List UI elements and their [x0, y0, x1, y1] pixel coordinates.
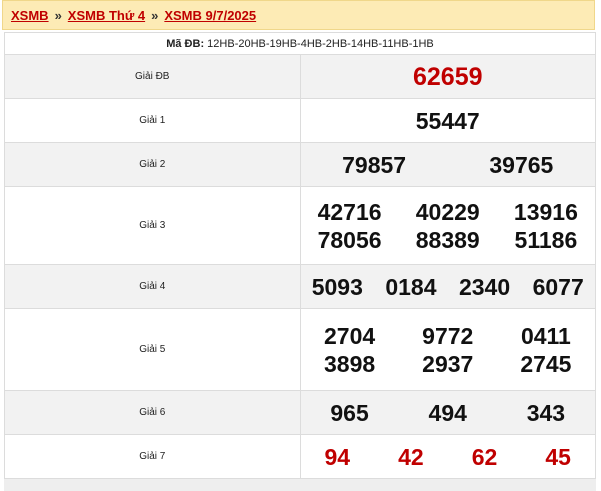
prize-number: 39765 — [489, 151, 554, 178]
prize-number: 9772 — [422, 322, 474, 349]
prize-row-7: Giải 7 94 42 62 45 — [4, 434, 596, 479]
prize-number: 2340 — [458, 273, 511, 300]
special-code-cell: Mã ĐB: 12HB-20HB-19HB-4HB-2HB-14HB-11HB-… — [4, 32, 596, 55]
prize-numbers-7: 94 42 62 45 — [299, 434, 596, 479]
prize-row-5: Giải 5 2704 9772 0411 3898 2937 2745 — [4, 308, 596, 391]
prize-label-db: Giải ĐB — [4, 54, 301, 99]
prize-numbers-3: 42716 40229 13916 78056 88389 51186 — [299, 186, 596, 265]
special-code-value: 12HB-20HB-19HB-4HB-2HB-14HB-11HB-1HB — [207, 37, 434, 50]
prize-label-4: Giải 4 — [4, 264, 301, 309]
breadcrumb-separator: » — [151, 7, 159, 23]
prize-number: 3898 — [323, 350, 376, 377]
prize-label-1: Giải 1 — [4, 98, 301, 143]
prize-number: 13916 — [513, 198, 578, 225]
prize-number: 0184 — [385, 273, 437, 300]
prize-number: 2937 — [422, 350, 474, 377]
prize-numbers-1: 55447 — [299, 98, 596, 143]
next-section-strip — [4, 478, 596, 491]
prize-row-3: Giải 3 42716 40229 13916 78056 88389 511… — [4, 186, 596, 265]
prize-numbers-4: 5093 0184 2340 6077 — [299, 264, 596, 309]
prize-number: 6077 — [532, 273, 584, 300]
prize-row-db: Giải ĐB 62659 — [4, 54, 596, 99]
prize-number: 40229 — [415, 198, 480, 225]
prize-row-1: Giải 1 55447 — [4, 98, 596, 143]
prize-row-6: Giải 6 965 494 343 — [4, 390, 596, 435]
breadcrumb-xsmb-thu4-link[interactable]: XSMB Thứ 4 — [68, 8, 145, 23]
breadcrumb: XSMB » XSMB Thứ 4 » XSMB 9/7/2025 — [2, 0, 595, 30]
prize-number: 965 — [330, 399, 369, 426]
lottery-results-table: Mã ĐB: 12HB-20HB-19HB-4HB-2HB-14HB-11HB-… — [4, 32, 596, 479]
prize-label-6: Giải 6 — [4, 390, 301, 435]
prize-number: 79857 — [342, 151, 407, 178]
prize-number: 42 — [398, 443, 424, 470]
prize-numbers-db: 62659 — [299, 54, 596, 99]
prize-number: 62 — [471, 443, 498, 470]
prize-label-2: Giải 2 — [4, 142, 301, 187]
prize-row-4: Giải 4 5093 0184 2340 6077 — [4, 264, 596, 309]
prize-number-db: 62659 — [412, 62, 483, 91]
prize-number: 55447 — [415, 107, 480, 134]
prize-label-3: Giải 3 — [4, 186, 301, 265]
prize-label-7: Giải 7 — [4, 434, 301, 479]
prize-number: 42716 — [317, 198, 382, 225]
prize-number: 343 — [526, 399, 566, 426]
prize-numbers-2: 79857 39765 — [299, 142, 596, 187]
special-code-row: Mã ĐB: 12HB-20HB-19HB-4HB-2HB-14HB-11HB-… — [4, 32, 596, 55]
prize-number: 5093 — [311, 273, 363, 300]
prize-numbers-6: 965 494 343 — [299, 390, 596, 435]
prize-number: 2704 — [323, 322, 376, 349]
prize-number: 88389 — [415, 226, 480, 253]
prize-number: 494 — [428, 399, 467, 426]
breadcrumb-date-link[interactable]: XSMB 9/7/2025 — [164, 8, 256, 23]
breadcrumb-separator: » — [54, 7, 62, 23]
prize-number: 0411 — [520, 322, 571, 349]
prize-number: 45 — [545, 443, 571, 470]
prize-numbers-5: 2704 9772 0411 3898 2937 2745 — [299, 308, 596, 391]
prize-row-2: Giải 2 79857 39765 — [4, 142, 596, 187]
breadcrumb-xsmb-link[interactable]: XSMB — [11, 8, 49, 23]
prize-number: 51186 — [514, 226, 578, 253]
prize-number: 2745 — [520, 350, 572, 377]
special-code-label: Mã ĐB: — [166, 37, 205, 50]
prize-number: 94 — [324, 443, 351, 470]
prize-label-5: Giải 5 — [4, 308, 301, 391]
prize-number: 78056 — [317, 226, 382, 253]
